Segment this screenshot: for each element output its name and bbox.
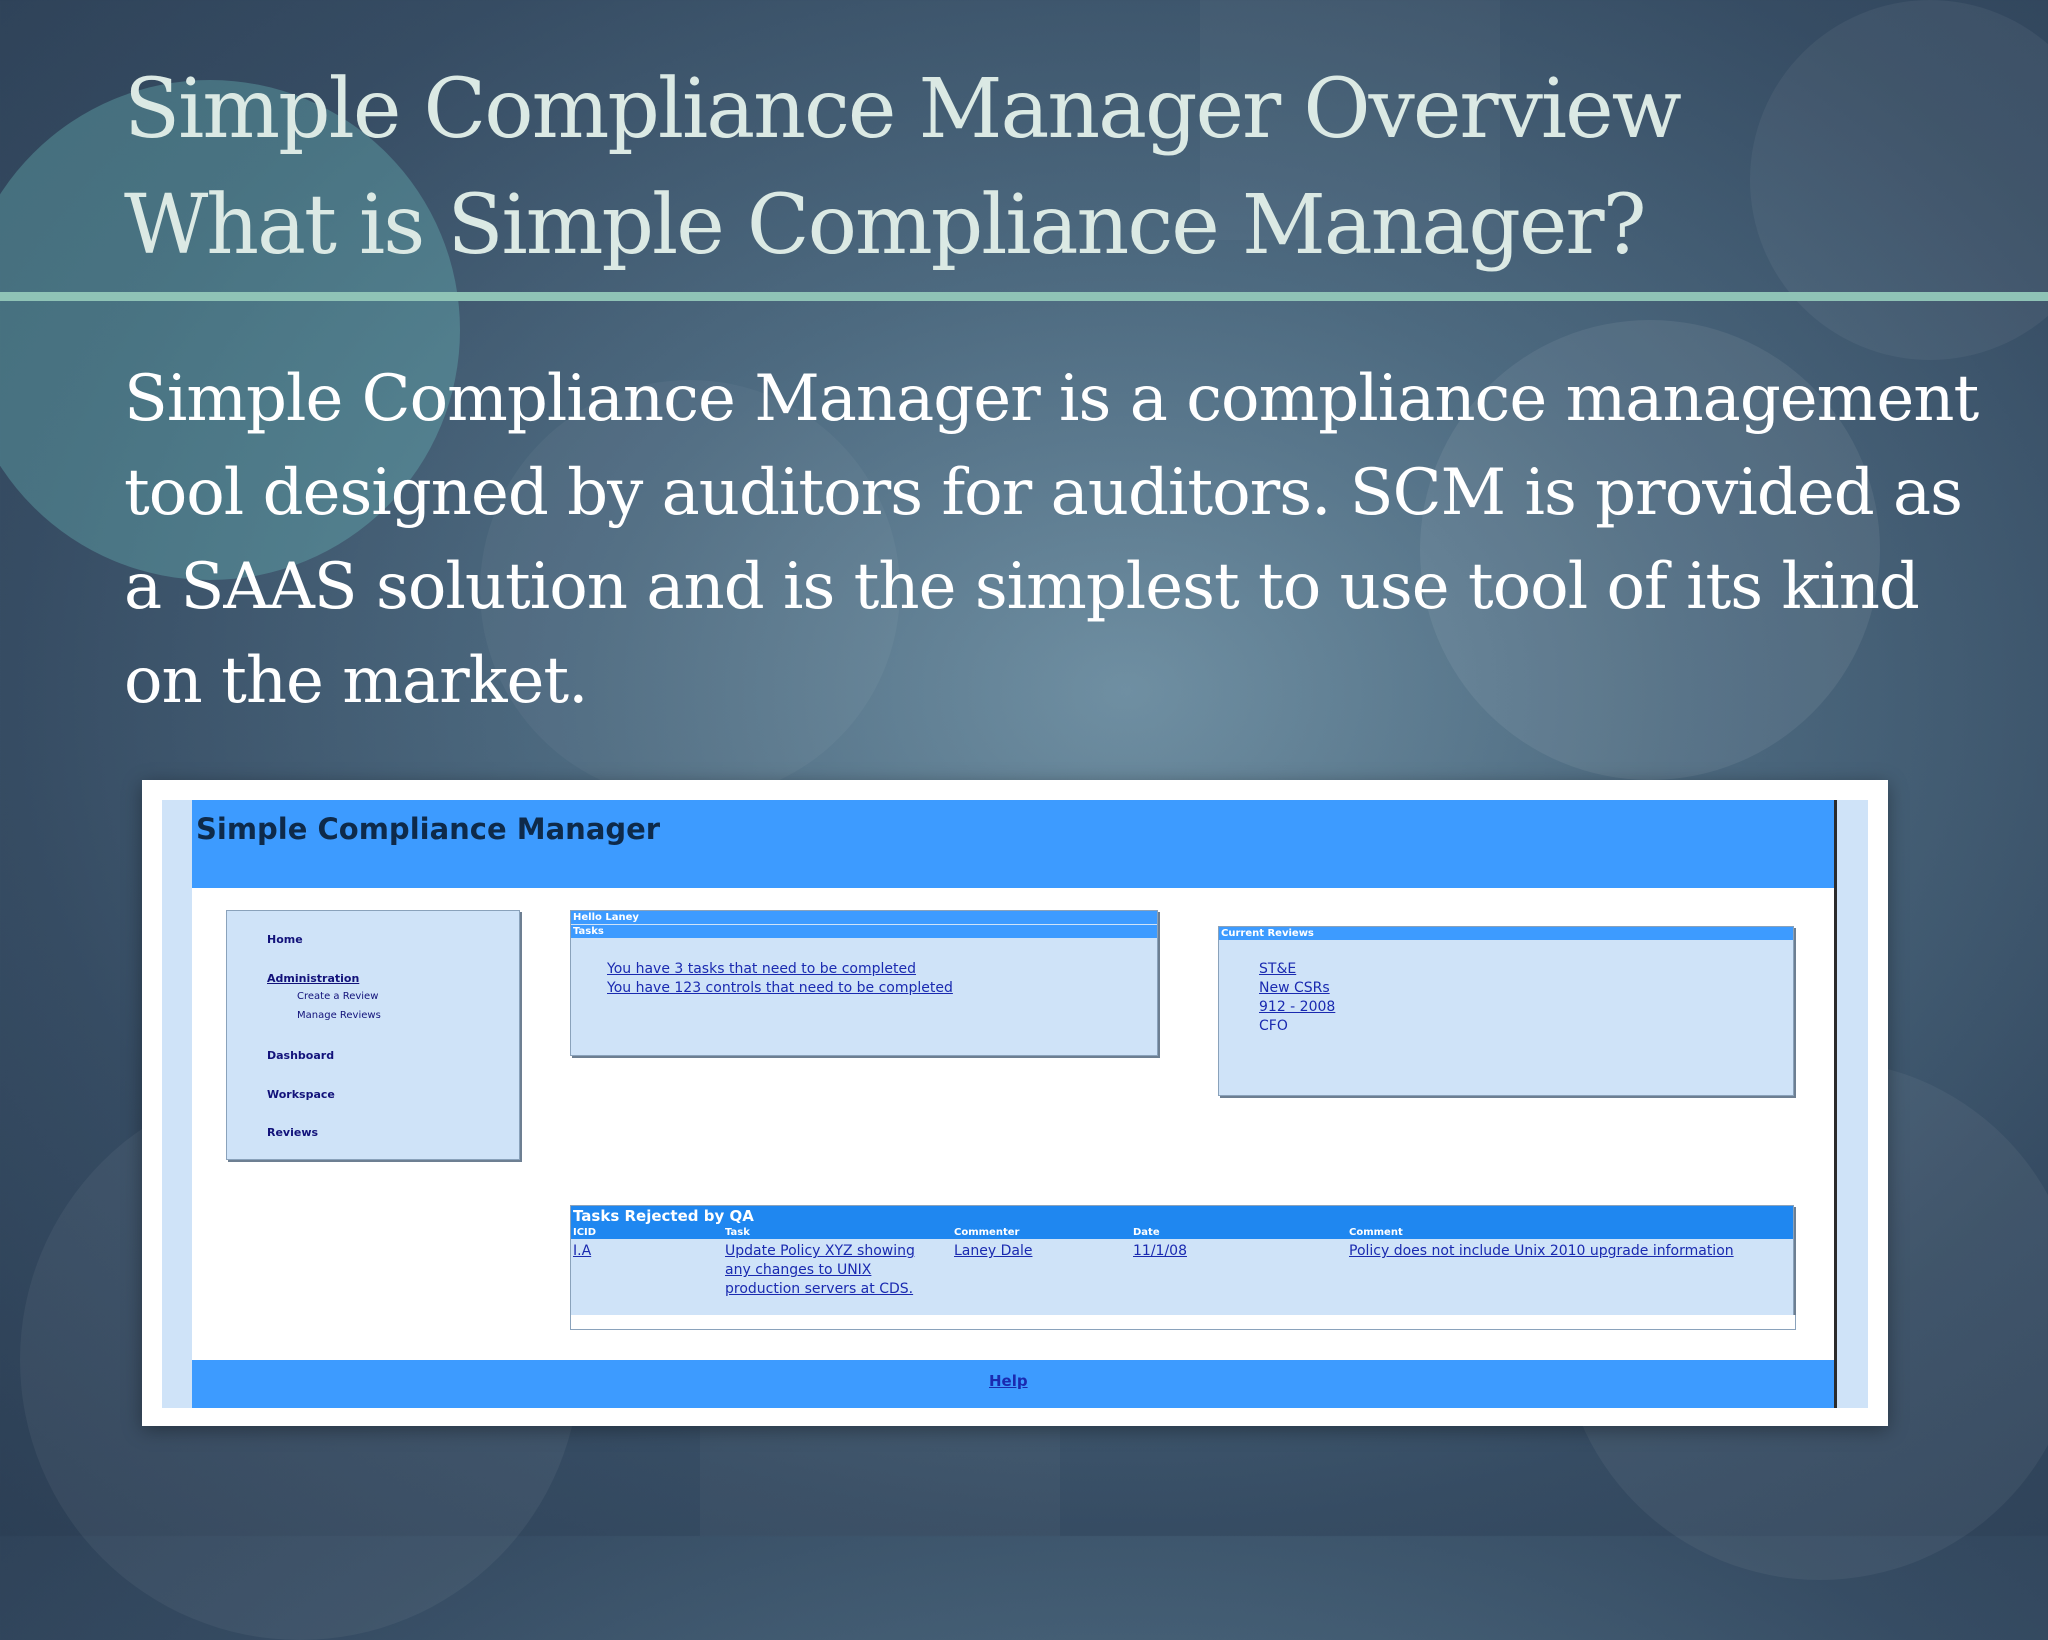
cell-task-line: Update Policy XYZ showing <box>725 1243 915 1259</box>
title-divider <box>0 292 2048 301</box>
cell-comment[interactable]: Policy does not include Unix 2010 upgrad… <box>1349 1242 1734 1261</box>
cell-date[interactable]: 11/1/08 <box>1133 1242 1187 1261</box>
app-window: Simple Compliance Manager Home Administr… <box>162 800 1868 1408</box>
nav-reviews[interactable]: Reviews <box>267 1126 318 1139</box>
nav-manage-reviews[interactable]: Manage Reviews <box>297 1010 381 1021</box>
column-header-commenter: Commenter <box>954 1227 1020 1238</box>
app-frame: Simple Compliance Manager Home Administr… <box>192 800 1837 1408</box>
column-header-date: Date <box>1133 1227 1160 1238</box>
task-link[interactable]: You have 123 controls that need to be co… <box>607 980 953 996</box>
cell-task-line: any changes to UNIX <box>725 1262 872 1278</box>
app-screenshot: Simple Compliance Manager Home Administr… <box>142 780 1888 1426</box>
slide-title-line-1: Simple Compliance Manager Overview <box>124 62 1682 157</box>
rejected-tasks-title: Tasks Rejected by QA <box>571 1206 1793 1226</box>
slide-title: Simple Compliance Manager Overview What … <box>124 52 1984 284</box>
nav-administration[interactable]: Administration <box>267 972 359 985</box>
cell-commenter[interactable]: Laney Dale <box>954 1242 1032 1261</box>
slide-title-line-2: What is Simple Compliance Manager? <box>124 178 1647 273</box>
cell-task[interactable]: Update Policy XYZ showing any changes to… <box>725 1242 915 1299</box>
tasks-header: Tasks <box>571 925 1157 938</box>
nav-workspace[interactable]: Workspace <box>267 1088 335 1101</box>
rejected-table-header: ICID Task Commenter Date Comment <box>571 1226 1793 1239</box>
greeting-bar: Hello Laney <box>571 911 1157 924</box>
column-header-icid: ICID <box>573 1227 597 1238</box>
current-reviews-header: Current Reviews <box>1219 927 1793 940</box>
cell-task-line: production servers at CDS. <box>725 1281 914 1297</box>
review-link[interactable]: ST&E <box>1259 961 1296 977</box>
tasks-panel: Hello Laney Tasks You have 3 tasks that … <box>570 910 1158 1056</box>
nav-home[interactable]: Home <box>267 933 303 946</box>
app-header: Simple Compliance Manager <box>192 800 1834 888</box>
rejected-table-footer <box>570 1315 1796 1330</box>
nav-dashboard[interactable]: Dashboard <box>267 1049 334 1062</box>
review-link[interactable]: New CSRs <box>1259 980 1330 996</box>
app-title: Simple Compliance Manager <box>196 812 661 846</box>
column-header-comment: Comment <box>1349 1227 1403 1238</box>
review-item: CFO <box>1259 1018 1288 1034</box>
help-link[interactable]: Help <box>989 1372 1028 1390</box>
column-header-task: Task <box>725 1227 750 1238</box>
nav-menu: Home Administration Create a Review Mana… <box>226 910 520 1160</box>
current-reviews-panel: Current Reviews ST&E New CSRs 912 - 2008… <box>1218 926 1794 1096</box>
nav-create-review[interactable]: Create a Review <box>297 991 378 1002</box>
task-link[interactable]: You have 3 tasks that need to be complet… <box>607 961 916 977</box>
review-link[interactable]: 912 - 2008 <box>1259 999 1335 1015</box>
rejected-tasks-panel: Tasks Rejected by QA ICID Task Commenter… <box>570 1205 1794 1317</box>
slide-body-text: Simple Compliance Manager is a complianc… <box>124 362 1979 718</box>
cell-icid[interactable]: I.A <box>573 1242 591 1261</box>
